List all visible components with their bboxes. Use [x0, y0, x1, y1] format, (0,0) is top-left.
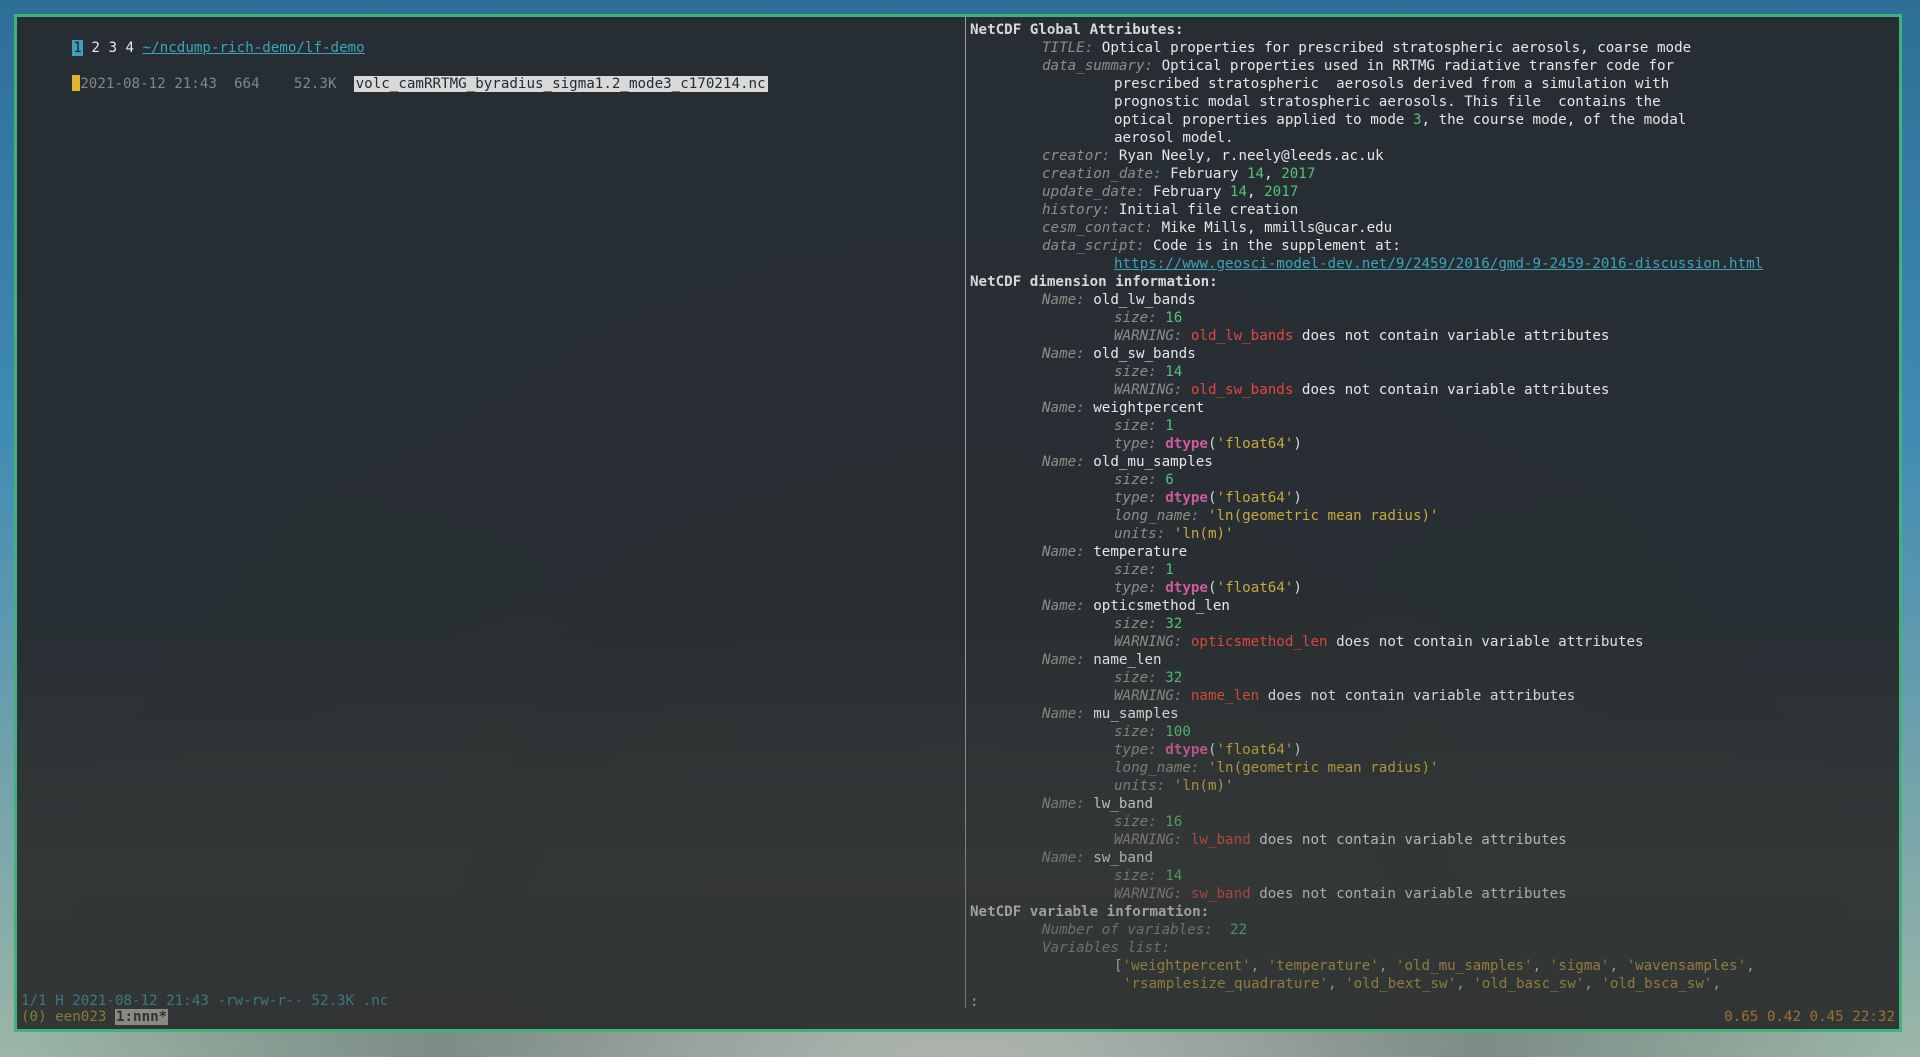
dim-warning-row: WARNING: old_lw_bands does not contain v…: [1114, 328, 1610, 344]
dim-type-row: type: dtype('float64'): [1114, 580, 1302, 596]
tmux-window-tab[interactable]: 1:nnn*: [114, 1009, 169, 1025]
dim-warning-row: WARNING: sw_band does not contain variab…: [1114, 886, 1567, 902]
tab-4[interactable]: 4: [126, 40, 135, 56]
attr-summary-line: prognostic modal stratospheric aerosols.…: [1114, 94, 1661, 110]
current-path[interactable]: ~/ncdump-rich-demo/lf-demo: [143, 40, 365, 56]
dim-name-row: Name: lw_band: [1042, 796, 1154, 812]
dim-name-row: Name: weightpercent: [1042, 400, 1205, 416]
attr-creator: creator: Ryan Neely, r.neely@leeds.ac.uk: [1042, 148, 1384, 164]
tmux-clock: 22:32: [1852, 1009, 1895, 1025]
dim-size-row: size: 32: [1114, 670, 1183, 686]
dim-size-row: size: 1: [1114, 418, 1174, 434]
dim-name-row: Name: old_mu_samples: [1042, 454, 1213, 470]
file-date: 2021-08-12 21:43: [80, 76, 217, 92]
attr-summary-line: prescribed stratospheric aerosols derive…: [1114, 76, 1670, 92]
attr-contact: cesm_contact: Mike Mills, mmills@ucar.ed…: [1042, 220, 1393, 236]
tab-3[interactable]: 3: [108, 40, 117, 56]
file-entry[interactable]: 2021-08-12 21:43 664 52.3K volc_camRRTMG…: [21, 57, 768, 92]
tab-2[interactable]: 2: [91, 40, 100, 56]
vars-list-line: 'rsamplesize_quadrature', 'old_bext_sw',…: [1123, 976, 1721, 992]
dim-warning-row: WARNING: opticsmethod_len does not conta…: [1114, 634, 1644, 650]
dim-size-row: size: 6: [1114, 472, 1174, 488]
dim-warning-row: WARNING: lw_band does not contain variab…: [1114, 832, 1567, 848]
dim-type-row: type: dtype('float64'): [1114, 490, 1302, 506]
tab-bar: 1 2 3 4 ~/ncdump-rich-demo/lf-demo: [21, 21, 365, 56]
file-manager-pane[interactable]: 1 2 3 4 ~/ncdump-rich-demo/lf-demo 2021-…: [17, 17, 965, 1009]
vars-header: NetCDF variable information:: [970, 904, 1210, 920]
attr-creation-date: creation_date: February 14, 2017: [1042, 166, 1316, 182]
attr-title: TITLE: Optical properties for prescribed…: [1042, 40, 1692, 56]
dim-name-row: Name: sw_band: [1042, 850, 1154, 866]
script-url-link[interactable]: https://www.geosci-model-dev.net/9/2459/…: [1114, 256, 1763, 272]
dim-type-row: type: dtype('float64'): [1114, 742, 1302, 758]
attr-summary: data_summary: Optical properties used in…: [1042, 58, 1675, 74]
attr-script: data_script: Code is in the supplement a…: [1042, 238, 1401, 254]
tmux-status-bar: (0) een023 1:nnn* 0.65 0.42 0.45 22:32: [17, 1005, 1899, 1029]
dim-warning-row: WARNING: old_sw_bands does not contain v…: [1114, 382, 1610, 398]
dim-name-row: Name: mu_samples: [1042, 706, 1179, 722]
vars-list-line: ['weightpercent', 'temperature', 'old_mu…: [1114, 958, 1755, 974]
tmux-session: (0) een023: [21, 1009, 107, 1025]
dims-header: NetCDF dimension information:: [970, 274, 1218, 290]
tmux-load: 0.65 0.42 0.45: [1724, 1009, 1844, 1025]
dim-longname-row: long_name: 'ln(geometric mean radius)': [1114, 508, 1439, 524]
dim-size-row: size: 1: [1114, 562, 1174, 578]
attr-update-date: update_date: February 14, 2017: [1042, 184, 1299, 200]
selected-file-name[interactable]: volc_camRRTMG_byradius_sigma1.2_mode3_c1…: [353, 76, 768, 92]
tab-1[interactable]: 1: [72, 40, 83, 56]
dim-size-row: size: 16: [1114, 310, 1183, 326]
file-size: 52.3K: [293, 76, 337, 92]
dim-name-row: Name: name_len: [1042, 652, 1162, 668]
dim-size-row: size: 100: [1114, 724, 1191, 740]
dim-size-row: size: 14: [1114, 364, 1183, 380]
dim-units-row: units: 'ln(m)': [1114, 778, 1234, 794]
terminal-window[interactable]: 1 2 3 4 ~/ncdump-rich-demo/lf-demo 2021-…: [14, 14, 1902, 1032]
dim-size-row: size: 14: [1114, 868, 1183, 884]
dim-name-row: Name: temperature: [1042, 544, 1188, 560]
dim-type-row: type: dtype('float64'): [1114, 436, 1302, 452]
global-attrs-header: NetCDF Global Attributes:: [970, 22, 1184, 38]
attr-summary-line: optical properties applied to mode 3, th…: [1114, 112, 1687, 128]
dim-size-row: size: 16: [1114, 814, 1183, 830]
attr-summary-line: aerosol model.: [1114, 130, 1234, 146]
dim-name-row: Name: old_sw_bands: [1042, 346, 1196, 362]
dim-name-row: Name: old_lw_bands: [1042, 292, 1196, 308]
dim-size-row: size: 32: [1114, 616, 1183, 632]
vars-count: Number of variables: 22: [1042, 922, 1248, 938]
vars-list-label: Variables list:: [1042, 940, 1171, 956]
pane-divider[interactable]: [965, 17, 966, 1008]
dim-longname-row: long_name: 'ln(geometric mean radius)': [1114, 760, 1439, 776]
dim-units-row: units: 'ln(m)': [1114, 526, 1234, 542]
dim-warning-row: WARNING: name_len does not contain varia…: [1114, 688, 1576, 704]
attr-history: history: Initial file creation: [1042, 202, 1299, 218]
preview-pane[interactable]: NetCDF Global Attributes: TITLE: Optical…: [970, 17, 1899, 1010]
file-count: 664: [234, 76, 260, 92]
dim-name-row: Name: opticsmethod_len: [1042, 598, 1230, 614]
